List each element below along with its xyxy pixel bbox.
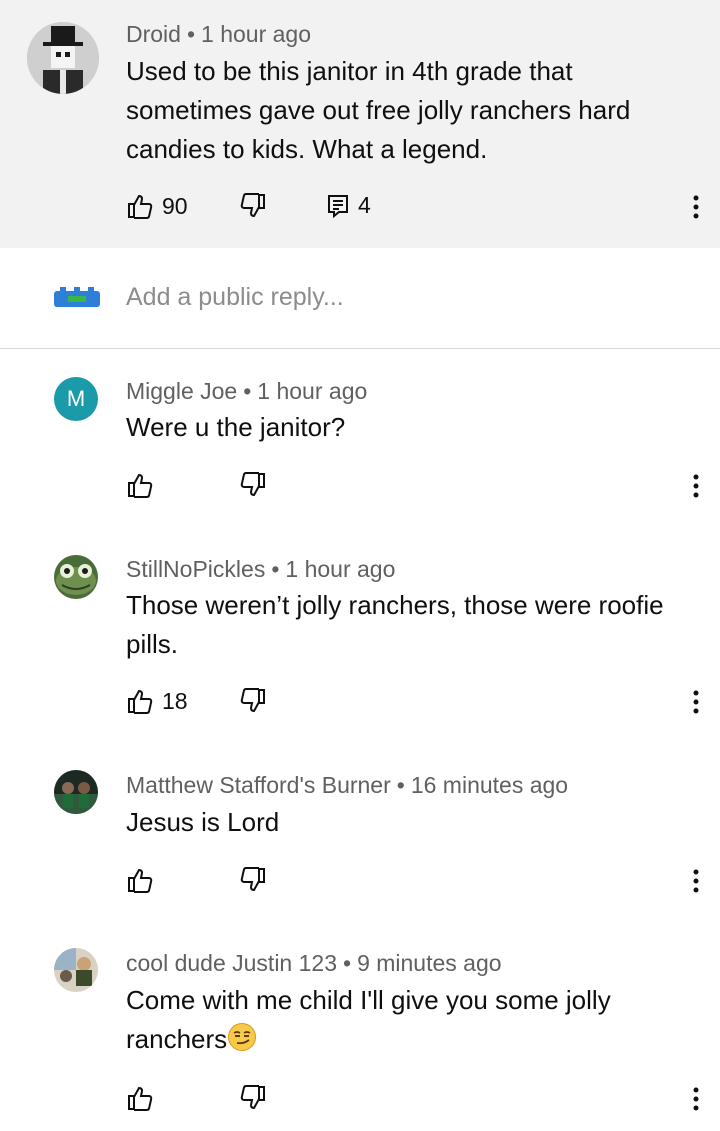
like-count: 90	[162, 192, 188, 219]
reply-input[interactable]: Add a public reply...	[126, 283, 344, 312]
comment-author[interactable]: Matthew Stafford's Burner	[126, 772, 391, 798]
avatar-letter: M	[66, 386, 86, 411]
comment-time: 9 minutes ago	[357, 950, 502, 976]
like-button[interactable]: 18	[126, 687, 188, 715]
comment-text: Were u the janitor?	[126, 408, 696, 447]
like-button[interactable]	[126, 1084, 162, 1112]
comment-text-line: candies to kids. What a legend.	[126, 134, 488, 164]
comment-text: Come with me child I'll give you some jo…	[126, 981, 696, 1063]
more-options-button[interactable]	[686, 868, 706, 894]
avatar-cool-dude-justin[interactable]	[54, 948, 98, 992]
comment-text-line: Those weren’t jolly ranchers, those were…	[126, 590, 664, 620]
comment-author[interactable]: cool dude Justin 123	[126, 950, 337, 976]
like-count: 18	[162, 687, 188, 714]
reply-box: Add a public reply...	[0, 248, 720, 349]
thumbs-down-icon	[239, 471, 267, 499]
comment-actions: 90 4	[126, 192, 706, 222]
more-options-button[interactable]	[686, 194, 706, 220]
avatar-stillnopickles[interactable]	[54, 555, 98, 599]
like-button[interactable]	[126, 471, 162, 499]
comment-text-line: Come with me child I'll give you some jo…	[126, 985, 611, 1015]
comment-author[interactable]: Droid	[126, 21, 181, 47]
separator-dot: •	[343, 950, 352, 976]
comment-meta: Droid • 1 hour ago	[126, 21, 311, 48]
avatar-matthew-stafford[interactable]	[54, 770, 98, 814]
separator-dot: •	[396, 772, 405, 798]
more-vertical-icon	[693, 690, 699, 714]
comment-text-line: Used to be this janitor in 4th grade tha…	[126, 56, 573, 86]
more-options-button[interactable]	[686, 473, 706, 499]
thumbs-up-icon	[126, 471, 154, 499]
comment-time: 1 hour ago	[257, 378, 368, 404]
thumbs-up-icon	[126, 1084, 154, 1112]
thumbs-down-icon	[239, 192, 267, 220]
thumbs-down-icon	[239, 1084, 267, 1112]
user-avatar	[54, 287, 100, 311]
top-comment: Droid • 1 hour ago Used to be this janitor…	[0, 0, 720, 248]
thumbs-up-icon	[126, 192, 154, 220]
comment-text: Used to be this janitor in 4th grade tha…	[126, 52, 696, 169]
like-button[interactable]: 90	[126, 192, 188, 220]
dislike-button[interactable]	[239, 866, 267, 894]
dislike-button[interactable]	[239, 687, 267, 715]
comment-meta: StillNoPickles • 1 hour ago	[126, 556, 395, 583]
more-vertical-icon	[693, 1087, 699, 1111]
reply-count: 4	[358, 192, 371, 218]
avatar-miggle-joe[interactable]: M	[54, 377, 98, 421]
comment-text-line: sometimes gave out free jolly ranchers h…	[126, 95, 631, 125]
comment-text: Those weren’t jolly ranchers, those were…	[126, 586, 696, 664]
comment-time: 1 hour ago	[285, 556, 396, 582]
comment-text-line: pills.	[126, 629, 179, 659]
comment-meta: Miggle Joe • 1 hour ago	[126, 378, 367, 405]
comment-author[interactable]: StillNoPickles	[126, 556, 265, 582]
smirking-face-icon	[227, 1022, 257, 1063]
dislike-button[interactable]	[239, 471, 267, 499]
like-button[interactable]	[126, 866, 162, 894]
comment-actions: 18	[126, 687, 706, 717]
comment-actions	[126, 866, 706, 896]
comment-time: 1 hour ago	[201, 21, 312, 47]
avatar-droid[interactable]	[27, 22, 99, 94]
dislike-button[interactable]	[239, 1084, 267, 1112]
thumbs-up-icon	[126, 866, 154, 894]
comment-text-line: Were u the janitor?	[126, 412, 346, 442]
comment-time: 16 minutes ago	[410, 772, 569, 798]
reply-icon	[326, 193, 350, 219]
comment-actions	[126, 1084, 706, 1114]
comment-actions	[126, 471, 706, 501]
thumbs-down-icon	[239, 866, 267, 894]
separator-dot: •	[243, 378, 252, 404]
dislike-button[interactable]	[239, 192, 267, 220]
comment-text-line: Jesus is Lord	[126, 807, 280, 837]
more-options-button[interactable]	[686, 689, 706, 715]
comment-author[interactable]: Miggle Joe	[126, 378, 237, 404]
thumbs-down-icon	[239, 687, 267, 715]
comment-meta: Matthew Stafford's Burner • 16 minutes ago	[126, 772, 568, 799]
separator-dot: •	[271, 556, 280, 582]
more-options-button[interactable]	[686, 1086, 706, 1112]
thumbs-up-icon	[126, 687, 154, 715]
comment-meta: cool dude Justin 123 • 9 minutes ago	[126, 950, 502, 977]
separator-dot: •	[186, 21, 196, 47]
comment-text: Jesus is Lord	[126, 803, 696, 842]
comment-text-fragment: ranchers	[126, 1024, 228, 1054]
reply-count-button[interactable]: 4	[326, 192, 371, 219]
more-vertical-icon	[693, 474, 699, 498]
more-vertical-icon	[693, 195, 699, 219]
comment-text-line: ranchers	[126, 1020, 696, 1063]
more-vertical-icon	[693, 869, 699, 893]
